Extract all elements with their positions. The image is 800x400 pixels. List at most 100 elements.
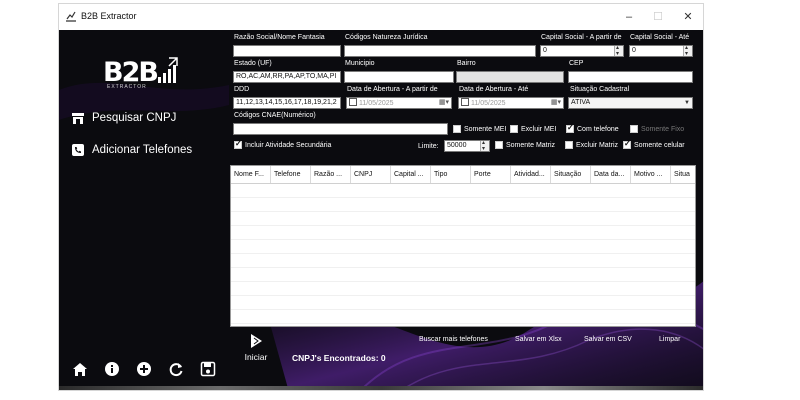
excluir-matriz-checkbox[interactable]: Excluir Matriz	[565, 141, 618, 149]
table-row	[231, 268, 695, 282]
iniciar-button[interactable]: Iniciar	[241, 333, 271, 362]
cep-input[interactable]	[568, 71, 693, 83]
column-header[interactable]: Telefone	[271, 166, 311, 183]
window-title: B2B Extractor	[81, 11, 137, 21]
column-header[interactable]: Nome F...	[231, 166, 271, 183]
close-button[interactable]: ✕	[677, 8, 699, 26]
add-icon[interactable]	[135, 360, 153, 378]
somente-mei-label: Somente MEI	[464, 125, 507, 133]
save-icon[interactable]	[199, 360, 217, 378]
ddd-input[interactable]: 11,12,13,14,15,16,17,18,19,21,2	[233, 97, 341, 109]
com-telefone-label: Com telefone	[577, 125, 619, 133]
somente-fixo-checkbox[interactable]: Somente Fixo	[630, 125, 684, 133]
ddd-label: DDD	[234, 86, 250, 93]
capital-de-label: Capital Social - A partir de	[541, 34, 622, 41]
somente-fixo-label: Somente Fixo	[641, 125, 685, 133]
uf-input[interactable]: RO,AC,AM,RR,PA,AP,TO,MA,PI	[233, 71, 341, 83]
sidebar-item-label: Adicionar Telefones	[92, 144, 193, 156]
sidebar-item-pesquisar-cnpj[interactable]: Pesquisar CNPJ	[71, 108, 176, 128]
abertura-ate-picker[interactable]: 11/05/2025 ▦▾	[458, 97, 564, 109]
table-row	[231, 310, 695, 324]
date-enable-checkbox[interactable]	[461, 98, 469, 106]
phone-icon	[72, 144, 84, 156]
checkbox-box	[565, 141, 573, 149]
checkbox-box-checked	[234, 139, 242, 149]
municipio-label: Municipio	[345, 60, 375, 67]
abertura-ate-label: Data de Abertura - Até	[459, 86, 529, 93]
cep-label: CEP	[569, 60, 584, 67]
cnpj-count-status: CNPJ's Encontrados: 0	[292, 353, 386, 363]
limite-stepper[interactable]: 50000	[444, 140, 490, 152]
abertura-ate-value: 11/05/2025	[471, 100, 506, 107]
somente-celular-checkbox[interactable]: Somente celular	[623, 139, 685, 149]
limite-label: Limite:	[418, 143, 439, 150]
checkbox-box	[453, 125, 461, 133]
table-row	[231, 282, 695, 296]
calendar-dropdown-icon[interactable]: ▦▾	[439, 98, 449, 108]
abertura-de-picker[interactable]: 11/05/2025 ▦▾	[346, 97, 452, 109]
date-enable-checkbox[interactable]	[349, 98, 357, 106]
incluir-atividade-secundaria-checkbox[interactable]: Incluir Atividade Secundária	[234, 139, 332, 149]
column-header[interactable]: Tipo	[431, 166, 471, 183]
excluir-mei-checkbox[interactable]: Excluir MEI	[510, 125, 556, 133]
play-icon	[251, 334, 262, 348]
table-header: Nome F... Telefone Razão ... CNPJ Capita…	[231, 166, 695, 184]
checkbox-box-checked	[623, 139, 631, 149]
table-row	[231, 240, 695, 254]
razao-social-input[interactable]	[233, 45, 341, 57]
info-icon[interactable]	[103, 360, 121, 378]
table-row	[231, 198, 695, 212]
situacao-cadastral-value: ATIVA	[571, 99, 591, 106]
checkbox-box-checked	[566, 123, 574, 133]
column-header[interactable]: Capital ...	[391, 166, 431, 183]
minimize-button[interactable]: –	[618, 8, 640, 26]
column-header[interactable]: Razão ...	[311, 166, 351, 183]
capital-de-stepper[interactable]: 0	[540, 45, 624, 57]
razao-social-label: Razão Social/Nome Fantasia	[234, 34, 325, 41]
home-icon[interactable]	[71, 360, 89, 378]
limpar-button[interactable]: Limpar	[659, 336, 680, 343]
column-header[interactable]: Porte	[471, 166, 511, 183]
somente-mei-checkbox[interactable]: Somente MEI	[453, 125, 506, 133]
calendar-dropdown-icon[interactable]: ▦▾	[551, 98, 561, 108]
cnae-input[interactable]	[233, 123, 448, 135]
uf-label: Estado (UF)	[234, 60, 272, 67]
results-table[interactable]: Nome F... Telefone Razão ... CNPJ Capita…	[230, 165, 696, 327]
bairro-label: Bairro	[457, 60, 476, 67]
sidebar-item-label: Pesquisar CNPJ	[92, 112, 177, 124]
capital-ate-stepper[interactable]: 0	[629, 45, 693, 57]
salvar-csv-button[interactable]: Salvar em CSV	[584, 336, 632, 343]
spinner-arrows-icon[interactable]	[614, 46, 623, 56]
natureza-juridica-input[interactable]	[344, 45, 536, 57]
salvar-xlsx-button[interactable]: Salvar em Xlsx	[515, 336, 562, 343]
incluir-atividade-secundaria-label: Incluir Atividade Secundária	[245, 141, 332, 149]
sidebar-item-adicionar-telefones[interactable]: Adicionar Telefones	[71, 140, 192, 160]
checkbox-box	[630, 125, 638, 133]
column-header[interactable]: Situação	[551, 166, 591, 183]
somente-matriz-checkbox[interactable]: Somente Matriz	[495, 141, 555, 149]
title-bar: B2B Extractor – ☐ ✕	[59, 4, 703, 30]
cnae-label: Códigos CNAE(Numérico)	[234, 112, 316, 119]
refresh-icon[interactable]	[167, 360, 185, 378]
checkbox-box	[510, 125, 518, 133]
bairro-input[interactable]	[456, 71, 564, 83]
sidebar: B2B EXTRACTOR Pesquisar CNPJ Adicionar T…	[59, 30, 227, 390]
column-header[interactable]: Atividad...	[511, 166, 551, 183]
column-header[interactable]: Motivo ...	[631, 166, 671, 183]
maximize-button[interactable]: ☐	[647, 8, 669, 26]
brand-logo-subtitle: EXTRACTOR	[107, 84, 147, 90]
municipio-input[interactable]	[344, 71, 454, 83]
column-header[interactable]: Data da...	[591, 166, 631, 183]
main-panel: B2B EXTRACTOR Pesquisar CNPJ Adicionar T…	[59, 30, 703, 390]
column-header[interactable]: CNPJ	[351, 166, 391, 183]
limite-value: 50000	[447, 142, 467, 149]
column-header[interactable]: Situa	[671, 166, 695, 183]
spinner-arrows-icon[interactable]	[683, 46, 692, 56]
somente-matriz-label: Somente Matriz	[506, 141, 556, 149]
spinner-arrows-icon[interactable]	[480, 141, 489, 151]
excluir-matriz-label: Excluir Matriz	[576, 141, 619, 149]
situacao-cadastral-select[interactable]: ATIVA ▼	[568, 97, 693, 109]
buscar-mais-telefones-button[interactable]: Buscar mais telefones	[419, 336, 488, 343]
app-icon	[66, 11, 76, 22]
com-telefone-checkbox[interactable]: Com telefone	[566, 123, 619, 133]
